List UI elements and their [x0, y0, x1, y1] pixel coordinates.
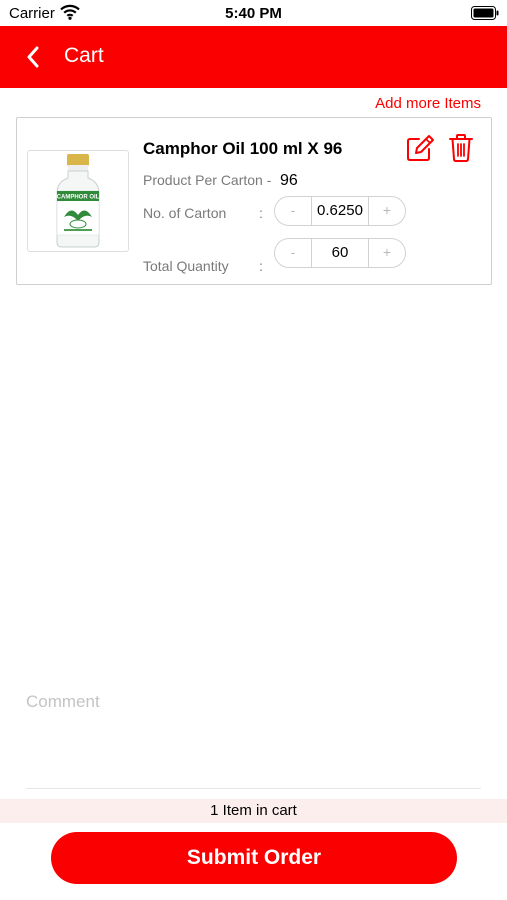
trash-icon[interactable]	[448, 133, 474, 168]
product-image: CAMPHOR OIL	[27, 150, 129, 252]
product-per-carton-label: Product Per Carton -	[143, 172, 272, 188]
quantity-stepper: - 60 +	[274, 238, 406, 268]
bottle-label-text: CAMPHOR OIL	[57, 195, 100, 201]
quantity-increment-button[interactable]: +	[369, 239, 405, 267]
cart-item-count: 1 Item in cart	[210, 802, 297, 819]
product-name: Camphor Oil 100 ml X 96	[143, 139, 343, 158]
status-time: 5:40 PM	[225, 5, 282, 22]
total-quantity-separator: :	[259, 258, 263, 274]
carton-decrement-button[interactable]: -	[275, 197, 311, 225]
edit-icon[interactable]	[405, 133, 435, 168]
page-title: Cart	[64, 44, 104, 67]
battery-icon	[471, 6, 499, 25]
back-chevron-icon[interactable]	[26, 46, 40, 73]
carton-count-field[interactable]: 0.6250	[311, 197, 369, 225]
carton-stepper: - 0.6250 +	[274, 196, 406, 226]
quantity-decrement-button[interactable]: -	[275, 239, 311, 267]
carton-count-label: No. of Carton	[143, 205, 227, 221]
carton-increment-button[interactable]: +	[369, 197, 405, 225]
total-quantity-label: Total Quantity	[143, 258, 229, 274]
product-per-carton-value: 96	[280, 172, 298, 189]
carton-count-separator: :	[259, 205, 263, 221]
quantity-field[interactable]: 60	[311, 239, 369, 267]
comment-divider	[26, 788, 481, 789]
add-more-items-link[interactable]: Add more Items	[300, 95, 481, 112]
comment-input[interactable]	[26, 692, 481, 787]
submit-order-button[interactable]: Submit Order	[51, 832, 457, 884]
